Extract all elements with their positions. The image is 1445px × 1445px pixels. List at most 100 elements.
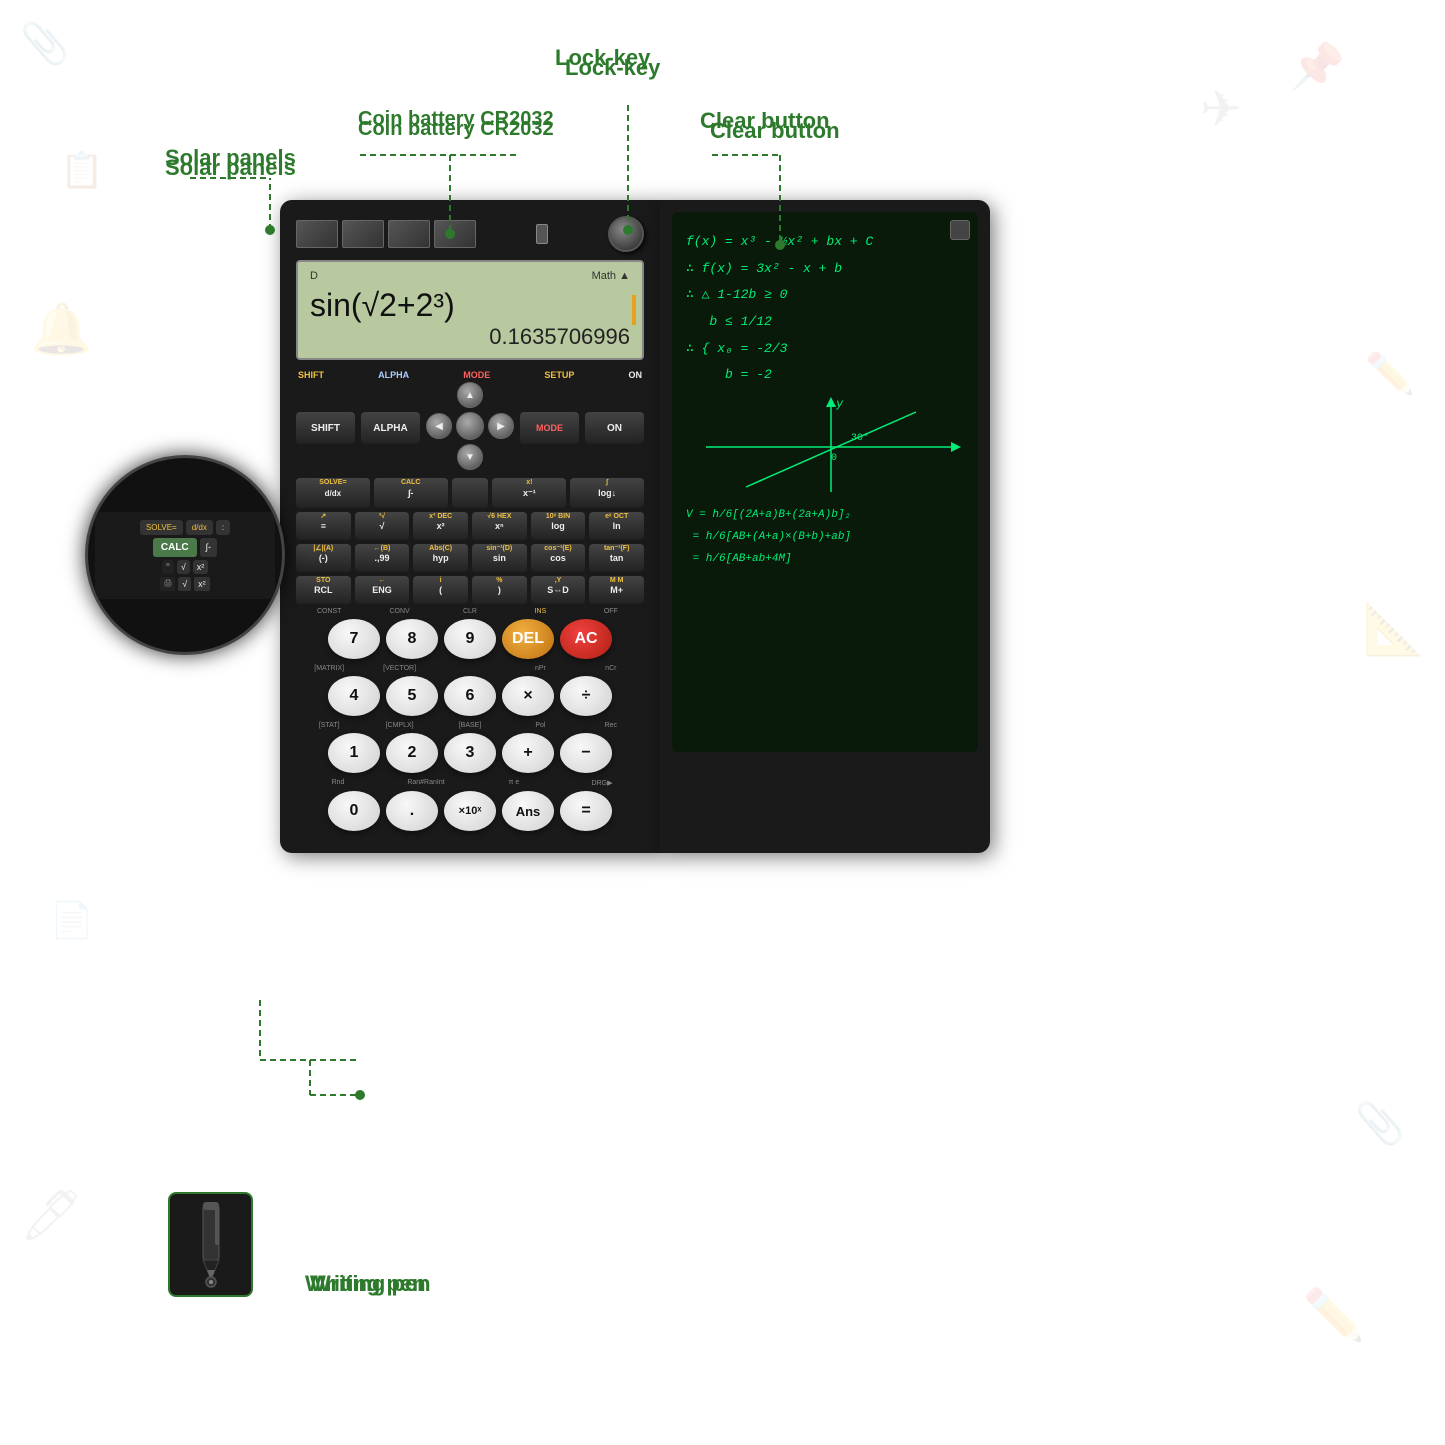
volume-line-1: V = h/6[(2A+a)B+(2a+A)b]₂ [686,506,964,526]
nav-cluster: ▲ ▼ ◀ ▶ [426,382,514,470]
log-button[interactable]: 10ˣ BIN log [531,512,586,540]
display-mode-d: D [310,270,318,282]
plus-button[interactable]: + [502,733,554,773]
calculator-wrapper: D Math ▲ sin(√2+2³) 0.1635706996 SHIFT A… [280,200,990,853]
num-1-button[interactable]: 1 [328,733,380,773]
comma-button[interactable]: ←(B) .,99 [355,544,410,572]
pen-svg [181,1200,241,1290]
nav-up-button[interactable]: ▲ [457,382,483,408]
formula-line-4: b ≤ 1/12 [686,310,964,335]
del-button[interactable]: DEL [502,619,554,659]
x3-button[interactable]: x³ DEC x² [413,512,468,540]
num-5-button[interactable]: 5 [386,676,438,716]
setup-label: SETUP [544,370,574,380]
neg-button[interactable]: |∠|(A) (-) [296,544,351,572]
num-3-button[interactable]: 3 [444,733,496,773]
minus-button[interactable]: − [560,733,612,773]
exp-button[interactable]: ×10ˣ [444,791,496,831]
numpad-row-labels-1: CONST CONV CLR INS OFF [296,608,644,615]
solar-panel-3 [388,220,430,248]
sod-button[interactable]: ,Y S⇔D [531,576,586,604]
lock-key-button[interactable] [608,216,644,252]
hyp-button[interactable]: Abs(C) hyp [413,544,468,572]
notepad-screen: f(x) = x³ - ½x² + bx + C ∴ f(x) = 3x² - … [672,212,978,752]
top-function-row: SHIFT ALPHA ▲ ▼ ◀ ▶ MODE ON [296,382,644,474]
solve-button[interactable]: SOLVE= d/dx [296,478,370,508]
display-top-bar: D Math ▲ [310,270,630,282]
log-button-top[interactable]: ∫ log↓ [570,478,644,508]
math-row-1: ↗ ≡ ³√ √ x³ DEC x² √6 HEX xⁿ 10ˣ BIN l [296,512,644,540]
formula-line-5: ∴ { x₀ = -2/3 [686,337,964,362]
divide-button[interactable]: ÷ [560,676,612,716]
alpha-label: ALPHA [378,370,409,380]
nav-down-button[interactable]: ▼ [457,444,483,470]
nav-center-button[interactable] [456,412,484,440]
formula-line-1: f(x) = x³ - ½x² + bx + C [686,230,964,255]
display-result: 0.1635706996 [310,324,630,350]
tan-button[interactable]: tan⁻¹(F) tan [589,544,644,572]
writing-pen-label-2: Writing pen [305,1271,426,1297]
cos-button[interactable]: cos⁻¹(E) cos [531,544,586,572]
display-scroll-indicator [632,295,636,325]
solve-row: SOLVE= d/dx CALC ∫- x! x⁻¹ ∫ log↓ [296,478,644,508]
num-7-button[interactable]: 7 [328,619,380,659]
display-mode-math: Math ▲ [592,270,630,282]
num-0-button[interactable]: 0 [328,791,380,831]
rcl-button[interactable]: STO RCL [296,576,351,604]
num-2-button[interactable]: 2 [386,733,438,773]
zoom-content: SOLVE= d/dx : CALC ∫- ≡ √ x² 🖨 √ x² [95,512,275,599]
rparen-button[interactable]: % ) [472,576,527,604]
notepad-formulas-bottom: V = h/6[(2A+a)B+(2a+A)b]₂ = h/6[AB+(A+a)… [686,506,964,569]
notepad-side: f(x) = x³ - ½x² + bx + C ∴ f(x) = 3x² - … [660,200,990,853]
numpad-row-3: 1 2 3 + − [296,733,644,773]
on-button[interactable]: ON [585,412,644,444]
lparen-button[interactable]: i ( [413,576,468,604]
num-6-button[interactable]: 6 [444,676,496,716]
mplus-button[interactable]: M M M+ [589,576,644,604]
formula-line-6: b = -2 [686,363,964,388]
writing-pen-area [168,1192,253,1297]
solar-panel-1 [296,220,338,248]
numpad-row-labels-4: Rnd Ran#RanInt π e DRG▶ [296,779,644,787]
battery-indicator [536,224,548,244]
alpha-button[interactable]: ALPHA [361,412,420,444]
numpad-row-labels-3: [STAT] [CMPLX] [BASE] Pol Rec [296,722,644,729]
decimal-button[interactable]: . [386,791,438,831]
trig-inv-row: |∠|(A) (-) ←(B) .,99 Abs(C) hyp sin⁻¹(D)… [296,544,644,572]
fraction-button[interactable]: ↗ ≡ [296,512,351,540]
zoom-row-3: ≡ √ x² [103,560,267,574]
num-4-button[interactable]: 4 [328,676,380,716]
sin-button[interactable]: sin⁻¹(D) sin [472,544,527,572]
shift-button[interactable]: SHIFT [296,412,355,444]
eng-button[interactable]: ← ENG [355,576,410,604]
formula-line-2: ∴ f(x) = 3x² - x + b [686,257,964,282]
num-9-button[interactable]: 9 [444,619,496,659]
calculator-display: D Math ▲ sin(√2+2³) 0.1635706996 [296,260,644,360]
svg-text:0: 0 [831,453,837,464]
lock-key-label-2: Lock-key [555,45,650,71]
equals-button[interactable]: = [560,791,612,831]
solar-panels [296,220,476,248]
coordinate-axes: y 30° 0 [686,392,976,502]
svg-text:30°: 30° [851,432,869,444]
xinv-button[interactable]: x! x⁻¹ [492,478,566,508]
top-button-labels: SHIFT ALPHA MODE SETUP ON [296,370,644,380]
mode-button[interactable]: MODE [520,412,579,444]
multiply-button[interactable]: × [502,676,554,716]
svg-text:y: y [835,397,844,411]
nav-left-button[interactable]: ◀ [426,413,452,439]
mode-label: MODE [463,370,490,380]
volume-line-3: = h/6[AB+ab+4M] [686,550,964,570]
ac-button[interactable]: AC [560,619,612,659]
nav-right-button[interactable]: ▶ [488,413,514,439]
num-8-button[interactable]: 8 [386,619,438,659]
ans-button[interactable]: Ans [502,791,554,831]
clear-notepad-button[interactable] [950,220,970,240]
numpad-row-4: 0 . ×10ˣ Ans = [296,791,644,831]
calc-button[interactable]: CALC ∫- [374,478,448,508]
ln-button[interactable]: eˣ OCT ln [589,512,644,540]
xn-button[interactable]: √6 HEX xⁿ [472,512,527,540]
solar-panel-4 [434,220,476,248]
main-content: Solar panels Coin battery CR2032 Lock-ke… [0,0,1445,1445]
sqrt-button[interactable]: ³√ √ [355,512,410,540]
